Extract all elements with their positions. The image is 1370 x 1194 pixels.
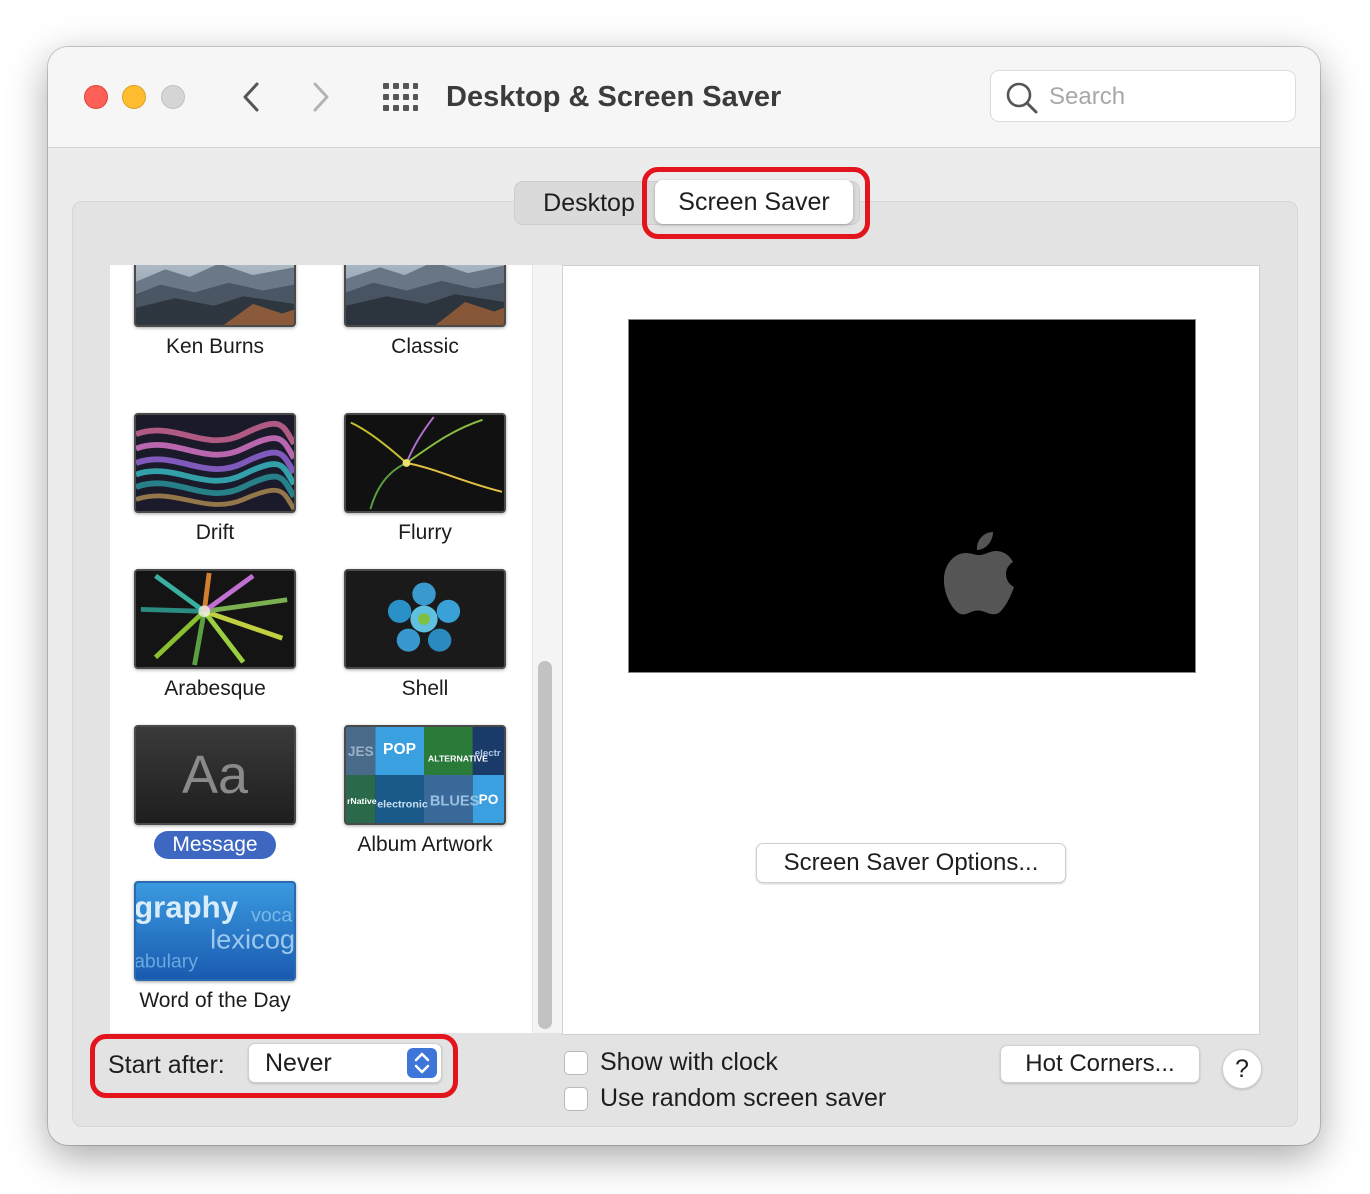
title-bar: Desktop & Screen Saver xyxy=(48,47,1320,148)
album-word: electr xyxy=(475,748,501,759)
zoom-window-button[interactable] xyxy=(161,85,185,109)
grid-icon xyxy=(383,83,418,111)
album-artwork-thumbnail: JES POP ALTERNATIVE electr rNative elect… xyxy=(344,725,506,825)
screen-saver-label: Arabesque xyxy=(164,677,266,700)
show-with-clock-checkbox[interactable] xyxy=(564,1051,588,1075)
shell-thumbnail xyxy=(344,569,506,669)
album-word: rNative xyxy=(347,796,377,806)
apple-logo-icon xyxy=(943,532,1014,615)
screen-saver-label: Album Artwork xyxy=(357,833,493,856)
screen-saver-item-word-of-the-day[interactable]: graphy voca lexicog abulary Word of the … xyxy=(110,881,320,1031)
chevron-left-icon xyxy=(243,82,259,112)
random-screen-saver-checkbox[interactable] xyxy=(564,1087,588,1111)
screen-saver-label: Flurry xyxy=(398,521,452,544)
screen-saver-label-selected: Message xyxy=(110,831,320,859)
screen-saver-label: Classic xyxy=(391,335,459,358)
screen-saver-label: Word of the Day xyxy=(139,989,291,1012)
drift-thumbnail xyxy=(134,413,296,513)
screen-saver-label: Ken Burns xyxy=(165,335,265,358)
selected-label-pill: Message xyxy=(154,831,276,859)
word-of-the-day-thumbnail: graphy voca lexicog abulary xyxy=(134,881,296,981)
screen-saver-item-album-artwork[interactable]: JES POP ALTERNATIVE electr rNative elect… xyxy=(320,725,530,875)
hot-corners-button[interactable]: Hot Corners... xyxy=(1000,1045,1200,1083)
word-of-day-word: lexicog xyxy=(210,923,294,954)
window-title: Desktop & Screen Saver xyxy=(446,81,782,113)
search-field[interactable] xyxy=(990,70,1296,122)
start-after-highlight-annotation xyxy=(90,1034,458,1098)
screen-saver-item-message[interactable]: Aa Message xyxy=(110,725,320,875)
forward-button[interactable] xyxy=(304,77,338,117)
screen-saver-item-ken-burns[interactable]: Ken Burns xyxy=(110,265,320,377)
show-all-button[interactable] xyxy=(382,82,418,112)
album-word: electronic xyxy=(377,799,428,811)
back-button[interactable] xyxy=(234,77,268,117)
system-preferences-window: Desktop & Screen Saver Desktop Screen Sa… xyxy=(48,47,1320,1145)
screen-saver-list[interactable]: Ken Burns Classic Drift Flurry Arabesque… xyxy=(110,265,532,1033)
screen-saver-item-flurry[interactable]: Flurry xyxy=(320,413,530,563)
screen-saver-label: Shell xyxy=(401,677,449,700)
word-of-day-word: abulary xyxy=(136,951,198,973)
word-of-day-word: graphy xyxy=(136,890,239,925)
arabesque-thumbnail xyxy=(134,569,296,669)
classic-thumbnail xyxy=(344,265,506,327)
tab-highlight-annotation xyxy=(642,167,870,239)
minimize-window-button[interactable] xyxy=(122,85,146,109)
tab-desktop[interactable]: Desktop xyxy=(525,182,653,224)
random-screen-saver-label[interactable]: Use random screen saver xyxy=(600,1083,886,1113)
screen-saver-item-classic[interactable]: Classic xyxy=(320,265,530,377)
screen-saver-preview xyxy=(628,319,1196,673)
search-input[interactable] xyxy=(1047,79,1281,115)
message-thumbnail: Aa xyxy=(134,725,296,825)
ken-burns-thumbnail xyxy=(134,265,296,327)
screen-saver-item-shell[interactable]: Shell xyxy=(320,569,530,719)
album-word: POP xyxy=(383,741,416,758)
search-icon xyxy=(1006,82,1038,114)
scrollbar-thumb[interactable] xyxy=(538,661,552,1029)
screen-saver-item-arabesque[interactable]: Arabesque xyxy=(110,569,320,719)
close-window-button[interactable] xyxy=(84,85,108,109)
flurry-thumbnail xyxy=(344,413,506,513)
screen-saver-options-button[interactable]: Screen Saver Options... xyxy=(756,843,1066,883)
album-word: JES xyxy=(348,744,374,759)
show-with-clock-label[interactable]: Show with clock xyxy=(600,1047,778,1077)
screen-saver-item-drift[interactable]: Drift xyxy=(110,413,320,563)
album-word: BLUES xyxy=(430,794,480,810)
screen-saver-label: Drift xyxy=(195,521,235,544)
message-thumbnail-text: Aa xyxy=(136,727,294,823)
album-word: PO xyxy=(479,792,499,807)
chevron-right-icon xyxy=(313,82,329,112)
help-button[interactable]: ? xyxy=(1222,1049,1262,1089)
